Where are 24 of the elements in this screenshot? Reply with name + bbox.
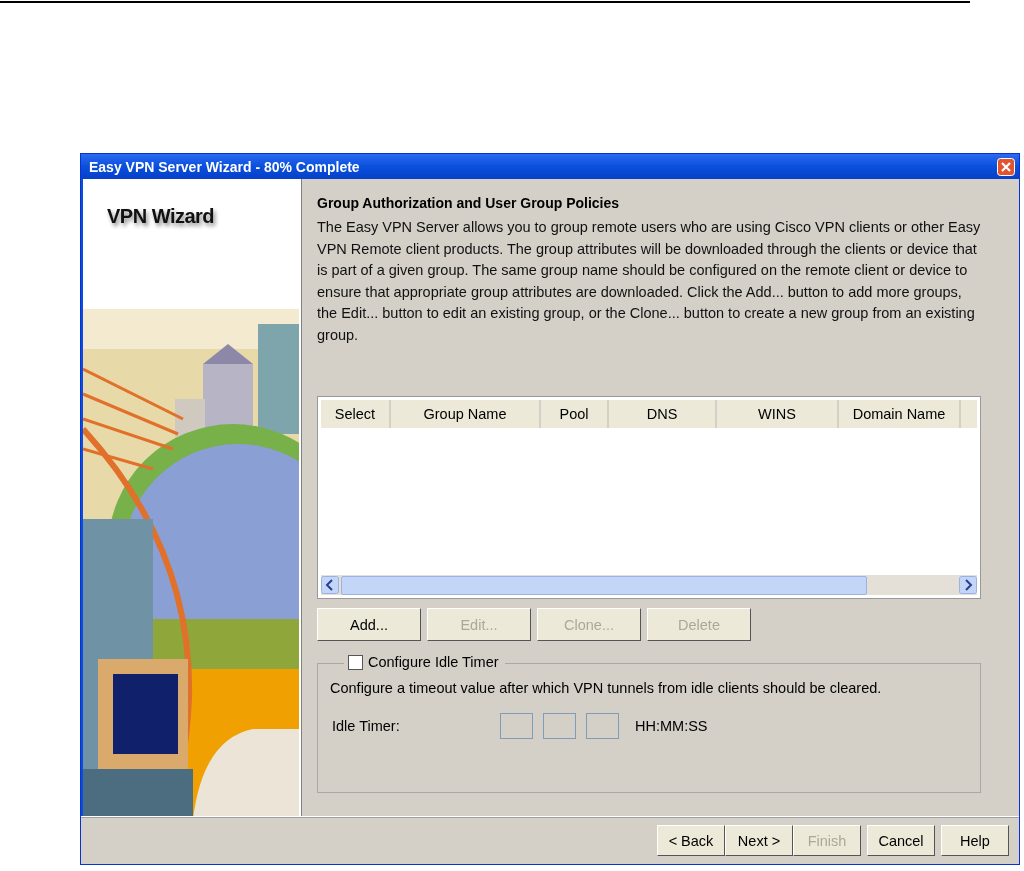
column-header[interactable]: Domain Name [839,400,961,428]
window-title: Easy VPN Server Wizard - 80% Complete [89,158,360,175]
scroll-left-icon[interactable] [321,576,339,594]
table-action-button[interactable]: Add... [317,608,421,641]
column-header[interactable]: DNS [609,400,717,428]
scroll-thumb[interactable] [341,575,867,595]
section-heading: Group Authorization and User Group Policies [317,195,621,211]
column-header[interactable]: Select [321,400,391,428]
section-description: The Easy VPN Server allows you to group remote users who are using Cisco VPN clients or other Easy VPN Remote client products. The group attributes will be downloaded through the clients or device that is part of a given group. The same group name should be configured on the remote client or device to ensure that appropriate group attributes are downloaded. Click the Add... button to add more groups, the Edit... button to edit an existing group, or the Clone... button to create a new group from an existing group. [317,218,981,345]
idle-timer-description: Configure a timeout value after which VPN tunnels from idle clients should be cleared. [330,679,883,698]
close-icon[interactable] [997,157,1015,176]
sidebar-title: VPN Wizard [107,205,215,228]
scroll-right-icon[interactable] [959,576,977,594]
column-header[interactable]: Group Name [391,400,541,428]
time-format-label: HH:MM:SS [635,718,708,734]
wizard-nav-button[interactable]: Next > [725,825,793,856]
column-header[interactable]: WINS [717,400,839,428]
wizard-nav-button[interactable]: Help [941,825,1009,856]
idle-timer-label: Idle Timer: [331,718,401,734]
column-header[interactable]: Pool [541,400,609,428]
idle-timer-checkbox[interactable]: Configure Idle Timer [344,654,505,670]
horizontal-scrollbar[interactable] [321,575,977,595]
wizard-nav-button[interactable]: < Back [657,825,725,856]
wizard-nav-button[interactable]: Cancel [867,825,935,856]
